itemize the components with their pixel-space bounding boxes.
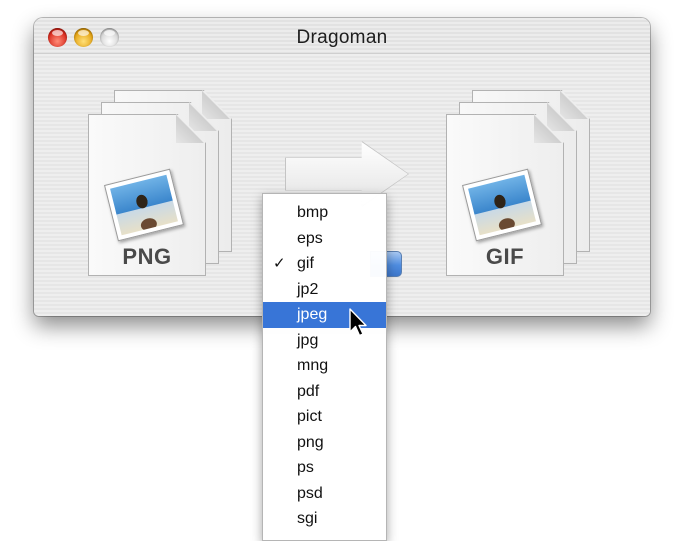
source-format-label: PNG [122,244,172,269]
menu-item-eps[interactable]: eps [263,226,386,252]
png-file-stack-icon[interactable]: PNG [88,90,238,300]
menu-item-sgi[interactable]: sgi [263,506,386,532]
target-format-label: GIF [485,244,525,269]
gif-file-stack-icon[interactable]: GIF [446,90,596,300]
checkmark-icon: ✓ [273,255,286,272]
page-fold [202,90,230,119]
menu-item-pict[interactable]: pict [263,404,386,430]
title-bar[interactable]: Dragoman [34,18,650,54]
menu-item-jp2[interactable]: jp2 [263,277,386,303]
format-menu[interactable]: bmp eps ✓ gif jp2 jpeg jpg mng pdf pict p… [262,193,387,541]
menu-item-psd[interactable]: psd [263,481,386,507]
menu-item-pdf[interactable]: pdf [263,379,386,405]
menu-item-bmp[interactable]: bmp [263,200,386,226]
menu-item-mng[interactable]: mng [263,353,386,379]
menu-item-gif[interactable]: ✓ gif [263,251,386,277]
menu-item-png[interactable]: png [263,430,386,456]
window-title: Dragoman [296,27,388,48]
menu-item-ps[interactable]: ps [263,455,386,481]
mouse-pointer-icon [349,308,367,337]
